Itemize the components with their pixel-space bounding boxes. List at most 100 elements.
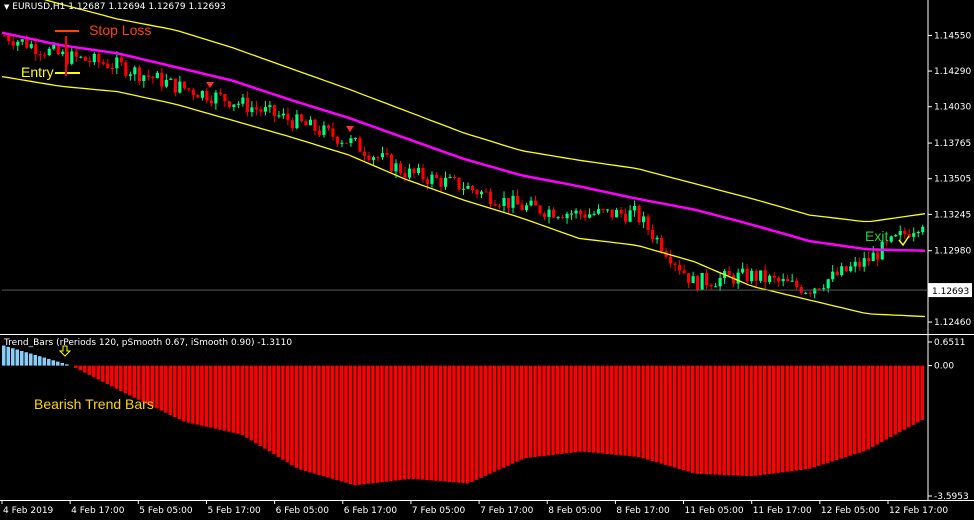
candle-body xyxy=(840,266,844,276)
histogram-bar-bull xyxy=(15,349,20,366)
candle-body xyxy=(804,292,808,294)
candle-body xyxy=(488,191,493,205)
candle-body xyxy=(687,273,691,283)
candle-body xyxy=(853,261,857,267)
histogram-bar-bear xyxy=(83,365,87,373)
histogram-bar-bear xyxy=(398,365,402,481)
candle-body xyxy=(831,271,835,280)
histogram-bar-bear xyxy=(258,365,263,447)
histogram-layer xyxy=(2,345,924,486)
candle-body xyxy=(88,60,92,63)
histogram-bar-bear xyxy=(875,365,879,445)
histogram-bar-bear xyxy=(524,365,528,458)
histogram-bar-bear xyxy=(753,365,758,476)
histogram-bar-bear xyxy=(492,365,497,472)
candle-body xyxy=(556,217,560,219)
candle-body xyxy=(651,229,655,240)
candle-body xyxy=(241,97,245,104)
candle-body xyxy=(871,252,875,261)
candle-body xyxy=(412,168,416,174)
histogram-bar-bear xyxy=(677,365,681,469)
histogram-bar-bear xyxy=(920,365,924,421)
histogram-bar-bear xyxy=(348,365,353,484)
histogram-bar-bear xyxy=(389,365,393,482)
price-tick-label: 1.13505 xyxy=(934,175,971,185)
candle-body xyxy=(894,234,898,237)
histogram-bar-bear xyxy=(623,365,627,456)
candle-body xyxy=(601,209,605,211)
candle-body xyxy=(844,266,848,272)
candle-body xyxy=(637,206,641,223)
candle-body xyxy=(858,261,862,267)
candle-body xyxy=(25,39,29,48)
candle-body xyxy=(286,113,290,121)
candle-body xyxy=(223,94,227,102)
histogram-bar-bear xyxy=(722,365,726,475)
histogram-bar-bear xyxy=(119,365,123,391)
histogram-bar-bear xyxy=(353,365,357,486)
histogram-bar-bear xyxy=(807,365,812,469)
candle-body xyxy=(642,216,646,223)
candle-body xyxy=(43,54,47,56)
candle-body xyxy=(236,103,240,105)
histogram-bar-bear xyxy=(501,365,506,468)
histogram-bar-bear xyxy=(537,365,542,457)
candle-body xyxy=(380,153,385,158)
candle-body xyxy=(542,213,547,217)
histogram-bar-bear xyxy=(690,365,695,473)
histogram-bar-bear xyxy=(465,365,470,484)
candle-body xyxy=(169,78,173,80)
histogram-bar-bear xyxy=(645,365,650,460)
histogram-bar-bull xyxy=(11,348,15,366)
candle-body xyxy=(74,51,78,57)
candle-body xyxy=(484,191,488,193)
histogram-bar-bear xyxy=(339,365,344,482)
candle-body xyxy=(268,105,272,108)
histogram-bar-bear xyxy=(429,365,434,481)
candle-body xyxy=(660,237,664,252)
candle-body xyxy=(389,154,394,172)
candle-body xyxy=(583,214,587,218)
histogram-bar-bear xyxy=(222,365,227,431)
histogram-bar-bear xyxy=(186,365,191,423)
histogram-bar-bear xyxy=(618,365,623,456)
histogram-bar-bear xyxy=(407,365,411,480)
candle-body xyxy=(430,174,434,184)
histogram-bar-bear xyxy=(551,365,555,455)
candle-body xyxy=(439,178,443,187)
histogram-bar-bear xyxy=(78,365,83,371)
candle-body xyxy=(38,54,42,56)
candle-body xyxy=(795,280,799,287)
histogram-bar-bear xyxy=(101,365,105,382)
histogram-bar-bear xyxy=(731,365,735,476)
histogram-bar-bull xyxy=(65,364,69,366)
histogram-bar-bear xyxy=(870,365,875,447)
time-tick-label: 8 Feb 05:00 xyxy=(548,506,602,516)
histogram-bar-bear xyxy=(204,365,209,427)
candle-body xyxy=(209,100,213,104)
candle-body xyxy=(754,270,758,281)
histogram-bar-bear xyxy=(200,365,204,426)
histogram-bar-bear xyxy=(686,365,690,472)
candle-body xyxy=(718,277,722,287)
candle-body xyxy=(254,107,258,110)
chart-canvas[interactable]: 1.12693 1.14550 1.14290 1.14030 1.13765 1.135… xyxy=(0,0,974,516)
candle-body xyxy=(371,157,376,160)
histogram-bar-bear xyxy=(798,365,803,471)
price-tick-label: 1.14030 xyxy=(934,103,971,113)
candle-body xyxy=(79,56,83,58)
entry-label: Entry xyxy=(21,64,54,80)
histogram-bar-bear xyxy=(758,365,762,476)
candle-body xyxy=(124,62,128,76)
candle-body xyxy=(808,292,812,294)
histogram-bar-bear xyxy=(128,365,132,396)
histogram-bar-bear xyxy=(605,365,609,454)
histogram-bar-bear xyxy=(159,365,164,411)
collapse-triangle-icon[interactable]: ▼ xyxy=(4,3,9,11)
candle-body xyxy=(250,107,254,113)
candle-body xyxy=(696,276,700,290)
histogram-bar-bear xyxy=(317,365,321,475)
histogram-bar-bear xyxy=(555,365,560,455)
histogram-bar-bear xyxy=(249,365,254,441)
candle-body xyxy=(394,163,398,172)
